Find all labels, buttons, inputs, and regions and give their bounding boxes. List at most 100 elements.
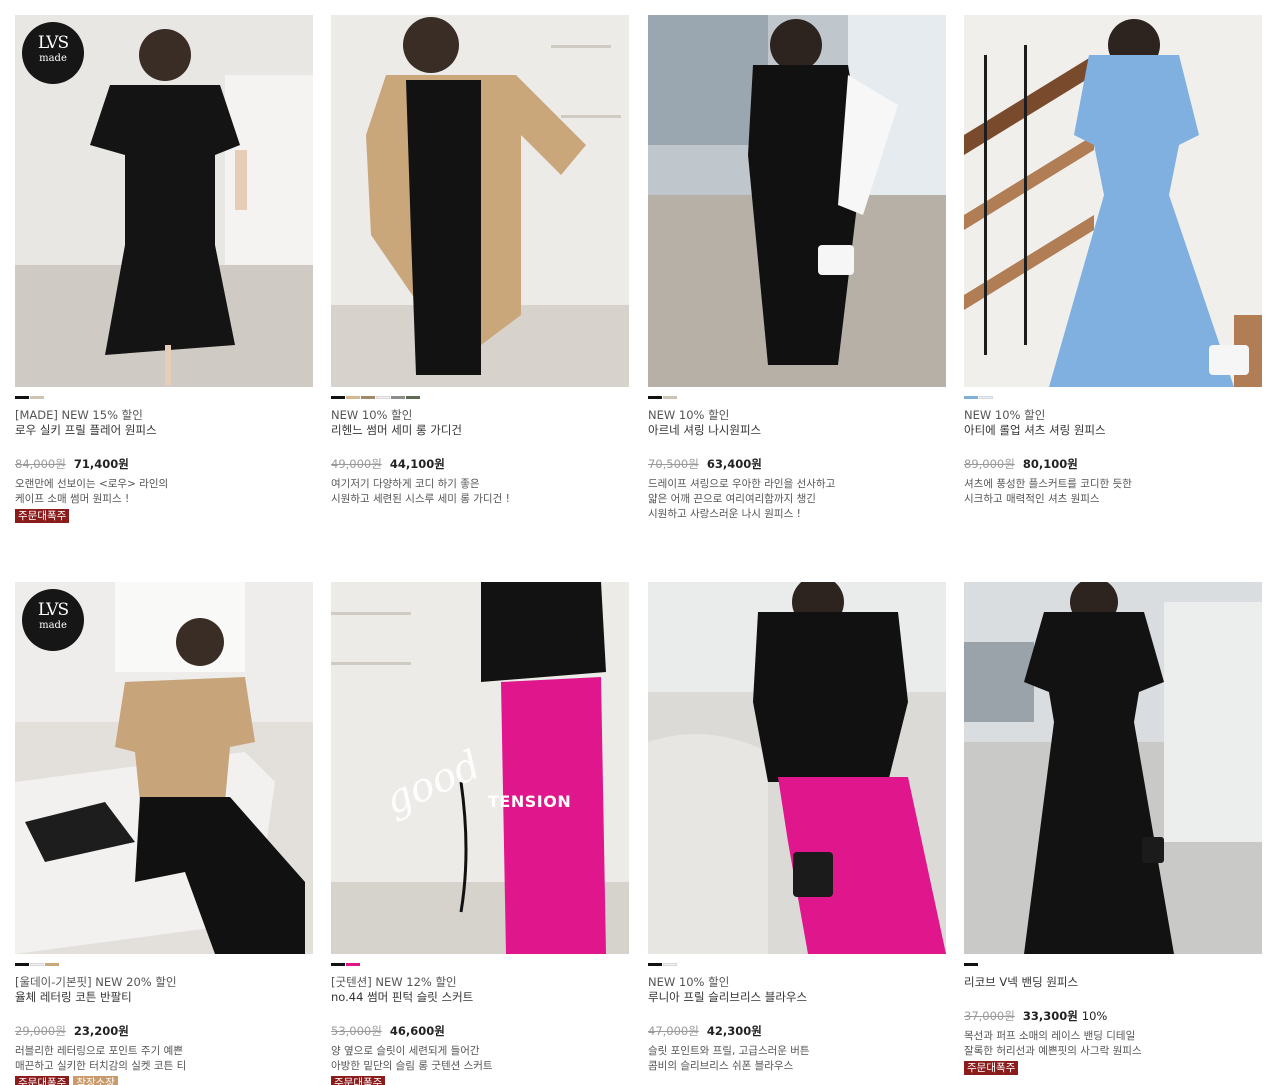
product-grid: LVS made [MADE] NEW 15% 할인 로우 실키 프릴 플레어 … (0, 0, 1280, 1085)
price-row: 84,000원 71,400원 (15, 457, 313, 472)
color-swatch[interactable] (663, 963, 677, 966)
price-row: 47,000원 42,300원 (648, 1024, 946, 1039)
product-name[interactable]: 아르네 셔링 나시원피스 (648, 423, 946, 438)
brand-watermark: good TENSION (377, 741, 572, 825)
color-swatch[interactable] (30, 396, 44, 399)
color-swatches (648, 963, 946, 966)
discount-rate: 10% (1081, 1009, 1108, 1023)
product-badges: 주문대폭주 (331, 1076, 629, 1085)
price-row: 49,000원 44,100원 (331, 457, 629, 472)
product-image[interactable]: LVS made (15, 15, 313, 387)
color-swatch[interactable] (30, 963, 44, 966)
product-name[interactable]: 아티에 롤업 셔츠 셔링 원피스 (964, 423, 1262, 438)
description-line: 셔츠에 풍성한 플스커트를 코디한 듯한 (964, 478, 1132, 490)
product-label[interactable]: [굿텐션] NEW 12% 할인 (331, 975, 629, 990)
product-photo (648, 15, 946, 387)
color-swatch[interactable] (45, 963, 59, 966)
color-swatch[interactable] (376, 396, 390, 399)
product-image[interactable] (648, 582, 946, 954)
color-swatch[interactable] (979, 396, 993, 399)
color-swatch[interactable] (406, 396, 420, 399)
color-swatch[interactable] (648, 396, 662, 399)
sale-price: 46,600원 (389, 1024, 445, 1038)
product-name[interactable]: 리헨느 썸머 세미 롱 가디건 (331, 423, 629, 438)
product-card[interactable]: NEW 10% 할인 루니아 프릴 슬리브리스 블라우스 47,000원 42,3… (648, 582, 946, 1076)
sale-price: 80,100원 (1022, 457, 1078, 471)
original-price: 47,000원 (648, 1024, 699, 1038)
hot-order-badge: 주문대폭주 (15, 1076, 70, 1085)
color-swatches (964, 396, 1262, 399)
description-line: 양 옆으로 슬릿이 세련되게 들어간 (331, 1045, 480, 1057)
original-price: 49,000원 (331, 457, 382, 471)
original-price: 37,000원 (964, 1009, 1015, 1023)
description-line: 시원하고 사랑스러운 나시 원피스 ! (648, 508, 801, 520)
description-line: 슬릿 포인트와 프릴, 고급스러운 버튼 (648, 1045, 810, 1057)
color-swatch[interactable] (964, 963, 978, 966)
color-swatches (964, 963, 1262, 966)
description-line: 케이프 소매 썸머 원피스 ! (15, 493, 130, 505)
original-price: 53,000원 (331, 1024, 382, 1038)
sale-price: 33,300원 (1022, 1009, 1078, 1023)
original-price: 89,000원 (964, 457, 1015, 471)
product-label[interactable]: NEW 10% 할인 (964, 408, 1262, 423)
product-label[interactable]: NEW 10% 할인 (331, 408, 629, 423)
color-swatches (331, 396, 629, 399)
original-price: 29,000원 (15, 1024, 66, 1038)
product-description: 셔츠에 풍성한 플스커트를 코디한 듯한시크하고 매력적인 셔츠 원피스 (964, 477, 1262, 507)
product-card[interactable]: LVS made [MADE] NEW 15% 할인 로우 실키 프릴 플레어 … (15, 15, 313, 523)
product-image[interactable] (964, 582, 1262, 954)
product-image[interactable]: good TENSION (331, 582, 629, 954)
color-swatch[interactable] (346, 963, 360, 966)
product-image[interactable] (964, 15, 1262, 387)
color-swatch[interactable] (346, 396, 360, 399)
color-swatch[interactable] (391, 396, 405, 399)
product-card[interactable]: LVS made [울데이-기본핏] NEW 20% 할인 율체 레터링 코튼 … (15, 582, 313, 1085)
price-row: 37,000원 33,300원 10% (964, 1009, 1262, 1024)
color-swatch[interactable] (15, 396, 29, 399)
color-swatch[interactable] (15, 963, 29, 966)
product-image[interactable]: LVS made (15, 582, 313, 954)
product-card[interactable]: NEW 10% 할인 리헨느 썸머 세미 롱 가디건 49,000원 44,100… (331, 15, 629, 509)
product-card[interactable]: NEW 10% 할인 아티에 롤업 셔츠 셔링 원피스 89,000원 80,10… (964, 15, 1262, 509)
product-image[interactable] (648, 15, 946, 387)
color-swatch[interactable] (648, 963, 662, 966)
color-swatch[interactable] (663, 396, 677, 399)
product-card[interactable]: NEW 10% 할인 아르네 셔링 나시원피스 70,500원 63,400원 드… (648, 15, 946, 524)
product-badges: 주문대폭주 (15, 509, 313, 523)
sale-price: 71,400원 (73, 457, 129, 471)
hot-order-badge: 주문대폭주 (15, 509, 70, 523)
color-swatches (648, 396, 946, 399)
hot-order-badge: 주문대폭주 (331, 1076, 386, 1085)
product-description: 러블리한 레터링으로 포인트 주기 예쁜 매끈하고 실키한 터치감의 실켓 코튼 … (15, 1044, 313, 1074)
description-line: 시크하고 매력적인 셔츠 원피스 (964, 493, 1100, 505)
product-name[interactable]: no.44 썸머 핀턱 슬릿 스커트 (331, 990, 629, 1005)
product-label[interactable]: [울데이-기본핏] NEW 20% 할인 (15, 975, 313, 990)
hot-order-badge: 주문대폭주 (964, 1061, 1019, 1075)
product-photo (331, 15, 629, 387)
product-photo (964, 582, 1262, 954)
color-swatch[interactable] (361, 396, 375, 399)
product-label[interactable]: NEW 10% 할인 (648, 408, 946, 423)
product-card[interactable]: good TENSION [굿텐션] NEW 12% 할인 no.44 썸머 핀… (331, 582, 629, 1085)
color-swatches (15, 396, 313, 399)
product-badges: 주문대폭주 착장소장 (15, 1076, 313, 1085)
price-row: 70,500원 63,400원 (648, 457, 946, 472)
product-name[interactable]: 리코브 V넥 밴딩 원피스 (964, 975, 1262, 990)
product-label[interactable]: NEW 10% 할인 (648, 975, 946, 990)
product-name[interactable]: 로우 실키 프릴 플레어 원피스 (15, 423, 313, 438)
sale-price: 42,300원 (706, 1024, 762, 1038)
product-card[interactable]: 리코브 V넥 밴딩 원피스 37,000원 33,300원 10% 목선과 퍼프 소… (964, 582, 1262, 1075)
product-image[interactable] (331, 15, 629, 387)
color-swatch[interactable] (331, 963, 345, 966)
description-line: 아방한 밑단의 슬림 롱 굿텐션 스커트 (331, 1060, 493, 1072)
product-name[interactable]: 루니아 프릴 슬리브리스 블라우스 (648, 990, 946, 1005)
product-label[interactable]: [MADE] NEW 15% 할인 (15, 408, 313, 423)
color-swatch[interactable] (331, 396, 345, 399)
product-description: 오랜만에 선보이는 <로우> 라인의 케이프 소매 썸머 원피스 ! (15, 477, 313, 507)
product-name[interactable]: 율체 레터링 코튼 반팔티 (15, 990, 313, 1005)
product-description: 목선과 퍼프 소매의 레이스 밴딩 디테일 잘록한 허리선과 예쁜핏의 사그락 원… (964, 1029, 1262, 1059)
brand-logo: LVS made (22, 589, 84, 651)
description-line: 콤비의 슬리브리스 쉬폰 블라우스 (648, 1060, 794, 1072)
sale-price: 23,200원 (73, 1024, 129, 1038)
color-swatch[interactable] (964, 396, 978, 399)
